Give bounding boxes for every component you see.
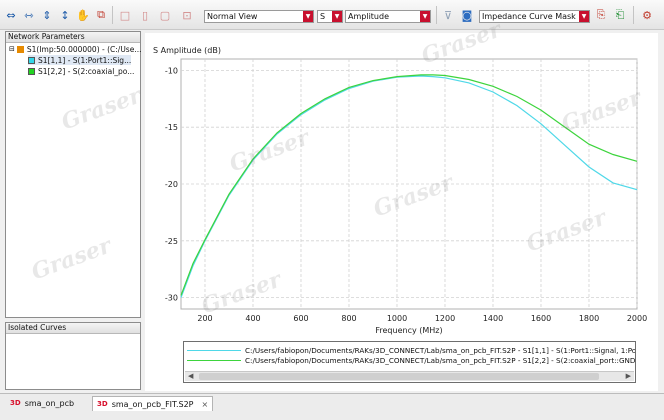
y-tick-label: -15	[165, 123, 178, 132]
x-tick-label: 1200	[435, 314, 455, 323]
filter-icon[interactable]: ⊽	[441, 8, 455, 22]
marker-icon[interactable]: □	[118, 8, 132, 22]
zoom-horizontal-in-icon[interactable]: ⇔	[4, 8, 18, 22]
legend-label: C:/Users/fabiopon/Documents/RAKs/3D_CONN…	[245, 355, 636, 365]
mask-value: Impedance Curve Mask	[482, 12, 576, 21]
tab-sma-on-pcb[interactable]: 3D sma_on_pcb	[6, 396, 78, 410]
scrollbar-thumb[interactable]	[199, 373, 599, 380]
x-tick-label: 1400	[483, 314, 503, 323]
x-tick-label: 800	[341, 314, 356, 323]
close-icon[interactable]: ×	[202, 400, 209, 409]
y-axis-label: S Amplitude (dB)	[153, 46, 221, 55]
y-tick-label: -25	[165, 237, 178, 246]
view-mode-select[interactable]: Normal View ▼	[204, 10, 314, 23]
tree-item-label: S1[2,2] - S(2:coaxial_po...	[38, 66, 135, 76]
chevron-down-icon[interactable]: ▼	[420, 11, 430, 22]
x-tick-label: 1000	[387, 314, 407, 323]
y-tick-label: -30	[165, 294, 178, 303]
tree-root-label: S1(Imp:50.000000) - (C:/Use...	[26, 44, 142, 54]
legend-entry-s22[interactable]: C:/Users/fabiopon/Documents/RAKs/3D_CONN…	[187, 355, 636, 365]
toolbar-separator	[436, 6, 437, 24]
view-mode-value: Normal View	[207, 12, 258, 21]
mask-enable-icon[interactable]: ◙	[460, 8, 474, 22]
tab-label: sma_on_pcb_FIT.S2P	[111, 399, 194, 409]
curve-color-swatch	[28, 56, 35, 64]
format-value: Amplitude	[348, 12, 389, 21]
legend-horizontal-scrollbar[interactable]: ◀ ▶	[185, 371, 634, 381]
toolbar: ⇔ ⇿ ⇕ ↕ ✋ ⧉ □ ▯ ▢ ⊡ Normal View ▼ S ▼ Am…	[0, 0, 664, 30]
scroll-left-icon[interactable]: ◀	[188, 372, 193, 381]
3d-icon: 3D	[10, 399, 21, 407]
mask-select[interactable]: Impedance Curve Mask ▼	[479, 10, 590, 23]
x-tick-label: 2000	[627, 314, 647, 323]
toolbar-separator	[112, 6, 113, 24]
y-tick-label: -10	[165, 66, 178, 75]
x-tick-label: 1600	[531, 314, 551, 323]
import-icon[interactable]: ⎗	[613, 8, 627, 22]
chevron-down-icon[interactable]: ▼	[579, 11, 589, 22]
marker-clear-icon[interactable]: ▢	[158, 8, 172, 22]
tab-label: sma_on_pcb	[24, 398, 75, 408]
export-icon[interactable]: ⎘	[594, 8, 608, 22]
x-tick-label: 400	[245, 314, 260, 323]
tree-root-node[interactable]: ⊟ S1(Imp:50.000000) - (C:/Use...	[9, 44, 141, 54]
scroll-right-icon[interactable]: ▶	[626, 372, 631, 381]
3d-icon: 3D	[97, 400, 108, 408]
parameter-value: S	[320, 12, 326, 21]
x-tick-label: 600	[293, 314, 308, 323]
chevron-down-icon[interactable]: ▼	[332, 11, 342, 22]
legend-line-swatch	[187, 359, 241, 361]
chevron-down-icon[interactable]: ▼	[303, 11, 313, 22]
zoom-vertical-out-icon[interactable]: ↕	[58, 8, 72, 22]
zoom-window-icon[interactable]: ⧉	[94, 8, 108, 22]
legend-entry-s11[interactable]: C:/Users/fabiopon/Documents/RAKs/3D_CONN…	[187, 345, 636, 355]
legend-label: C:/Users/fabiopon/Documents/RAKs/3D_CONN…	[245, 345, 636, 355]
settings-icon[interactable]: ⚙	[640, 8, 654, 22]
toolbar-separator	[633, 6, 634, 24]
chart-legend: C:/Users/fabiopon/Documents/RAKs/3D_CONN…	[183, 341, 636, 383]
curve-color-swatch	[28, 67, 35, 75]
tree-item-s22[interactable]: S1[2,2] - S(2:coaxial_po...	[28, 66, 134, 76]
isolated-curves-title: Isolated Curves	[6, 323, 140, 334]
document-tabs: 3D sma_on_pcb 3D sma_on_pcb_FIT.S2P ×	[0, 393, 664, 420]
legend-line-swatch	[187, 349, 241, 351]
zoom-vertical-in-icon[interactable]: ⇕	[40, 8, 54, 22]
y-tick-label: -20	[165, 180, 178, 189]
plot-area: 200 400 600 800 1000 1200 1400 1600 1800 2000 -10 -…	[145, 33, 658, 391]
s-parameter-chart[interactable]: 200 400 600 800 1000 1200 1400 1600 1800 2000 -10 -…	[145, 33, 658, 391]
x-axis-label: Frequency (MHz)	[375, 326, 442, 335]
marker-delta-icon[interactable]: ⊡	[180, 8, 194, 22]
tree-expander-icon[interactable]: ⊟	[9, 45, 15, 53]
marker-pair-icon[interactable]: ▯	[138, 8, 152, 22]
pan-hand-icon[interactable]: ✋	[76, 8, 90, 22]
tree-item-label: S1[1,1] - S(1:Port1::Sig...	[38, 55, 132, 65]
isolated-curves-panel: Isolated Curves	[5, 322, 141, 390]
zoom-horizontal-out-icon[interactable]: ⇿	[22, 8, 36, 22]
format-select[interactable]: Amplitude ▼	[345, 10, 431, 23]
network-parameters-panel: Network Parameters ⊟ S1(Imp:50.000000) -…	[5, 31, 141, 318]
x-tick-label: 200	[197, 314, 212, 323]
network-icon	[16, 45, 24, 53]
network-parameters-title: Network Parameters	[6, 32, 140, 43]
x-tick-label: 1800	[579, 314, 599, 323]
tree-item-s11[interactable]: S1[1,1] - S(1:Port1::Sig...	[28, 55, 132, 65]
tab-sma-on-pcb-fit[interactable]: 3D sma_on_pcb_FIT.S2P ×	[92, 396, 214, 411]
parameter-select[interactable]: S ▼	[317, 10, 343, 23]
